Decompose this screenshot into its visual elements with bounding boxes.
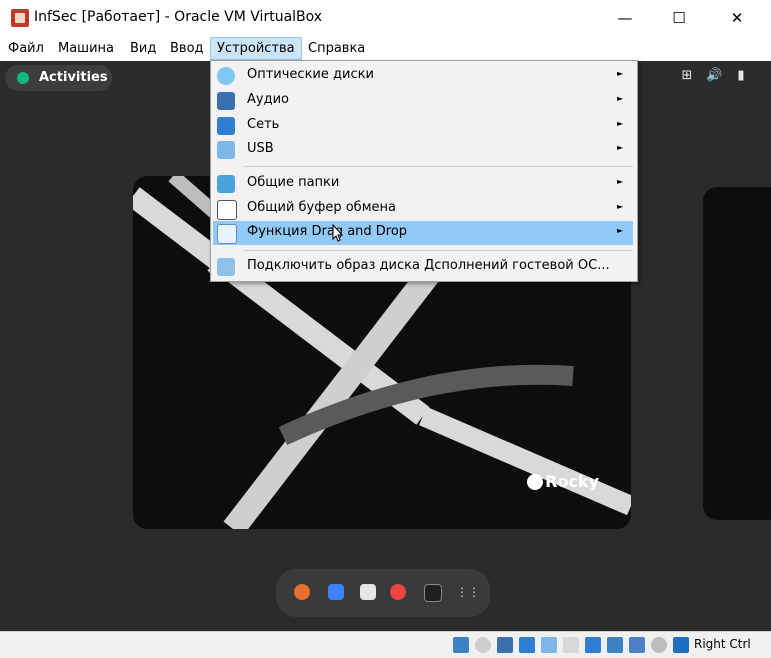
usb-icon (217, 141, 235, 159)
submenu-arrow-icon: ► (617, 226, 624, 235)
shared-folder-icon (217, 175, 235, 193)
mouse-integration-icon[interactable] (651, 637, 667, 653)
menu-view[interactable]: Вид (124, 37, 162, 60)
network-status-icon[interactable] (519, 637, 535, 653)
menu-devices[interactable]: Устройства (210, 37, 302, 60)
battery-icon[interactable]: ▮ (734, 69, 748, 83)
activities-label: Activities (39, 70, 108, 85)
title-bar: InfSec [Работает] - Oracle VM VirtualBox… (0, 0, 771, 36)
submenu-arrow-icon: ► (617, 119, 624, 128)
firefox-icon[interactable] (294, 584, 310, 600)
virtualbox-app-icon (11, 9, 29, 27)
menu-item-optical-disks[interactable]: Оптические диски ► (213, 64, 633, 88)
audio-status-icon[interactable] (497, 637, 513, 653)
menu-bar: Файл Машина Вид Ввод Устройства Справка (0, 37, 771, 60)
volume-icon[interactable]: 🔊 (706, 69, 722, 83)
text-editor-icon[interactable] (328, 584, 344, 600)
audio-icon (217, 92, 235, 110)
workspace-thumbnail-next[interactable] (703, 187, 771, 520)
software-icon[interactable] (360, 584, 376, 600)
clipboard-icon (217, 200, 237, 220)
optical-drive-icon[interactable] (475, 637, 491, 653)
menu-separator (243, 166, 633, 167)
app-grid-icon[interactable]: ⋮⋮ (456, 584, 480, 600)
hard-disk-icon[interactable] (453, 637, 469, 653)
virtualization-status-icon[interactable] (629, 637, 645, 653)
usb-status-icon[interactable] (541, 637, 557, 653)
minimize-button[interactable]: — (602, 0, 648, 36)
close-button[interactable]: ✕ (714, 0, 760, 36)
menu-item-shared-folders[interactable]: Общие папки ► (213, 172, 633, 196)
submenu-arrow-icon: ► (617, 143, 624, 152)
drag-drop-icon (217, 224, 237, 244)
shared-folders-status-icon[interactable] (563, 637, 579, 653)
menu-machine[interactable]: Машина (52, 37, 120, 60)
menu-item-network[interactable]: Сеть ► (213, 114, 633, 138)
submenu-arrow-icon: ► (617, 177, 624, 186)
menu-item-audio[interactable]: Аудио ► (213, 89, 633, 113)
recording-status-icon[interactable] (607, 637, 623, 653)
menu-item-drag-and-drop[interactable]: Функция Drag and Drop ► (213, 221, 633, 245)
submenu-arrow-icon: ► (617, 69, 624, 78)
rocky-wallpaper-logo: Rocky (527, 472, 599, 491)
window-title: InfSec [Работает] - Oracle VM VirtualBox (34, 9, 323, 25)
menu-item-shared-clipboard[interactable]: Общий буфер обмена ► (213, 197, 633, 221)
optical-disc-icon (217, 67, 235, 85)
status-bar: Right Ctrl (0, 631, 771, 658)
menu-item-insert-guest-additions[interactable]: Подключить образ диска Дсполнений гостев… (213, 255, 633, 279)
rocky-logo-icon (17, 72, 29, 84)
maximize-button[interactable]: ☐ (656, 0, 702, 36)
keyboard-capture-icon[interactable] (673, 637, 689, 653)
display-status-icon[interactable] (585, 637, 601, 653)
menu-separator (243, 250, 633, 251)
activities-button[interactable]: Activities (5, 65, 112, 91)
help-icon[interactable] (390, 584, 406, 600)
submenu-arrow-icon: ► (617, 94, 624, 103)
mouse-cursor-icon (332, 224, 344, 242)
network-icon (217, 117, 235, 135)
guest-additions-icon (217, 258, 235, 276)
devices-dropdown-menu: Оптические диски ► Аудио ► Сеть ► USB ► … (210, 60, 638, 282)
menu-file[interactable]: Файл (2, 37, 50, 60)
menu-item-usb[interactable]: USB ► (213, 138, 633, 162)
network-icon[interactable]: ⊞ (680, 69, 694, 83)
submenu-arrow-icon: ► (617, 202, 624, 211)
menu-input[interactable]: Ввод (164, 37, 210, 60)
terminal-icon[interactable] (424, 584, 442, 602)
host-key-label: Right Ctrl (694, 637, 751, 651)
dash-dock: ⋮⋮ (276, 569, 490, 617)
menu-help[interactable]: Справка (302, 37, 371, 60)
